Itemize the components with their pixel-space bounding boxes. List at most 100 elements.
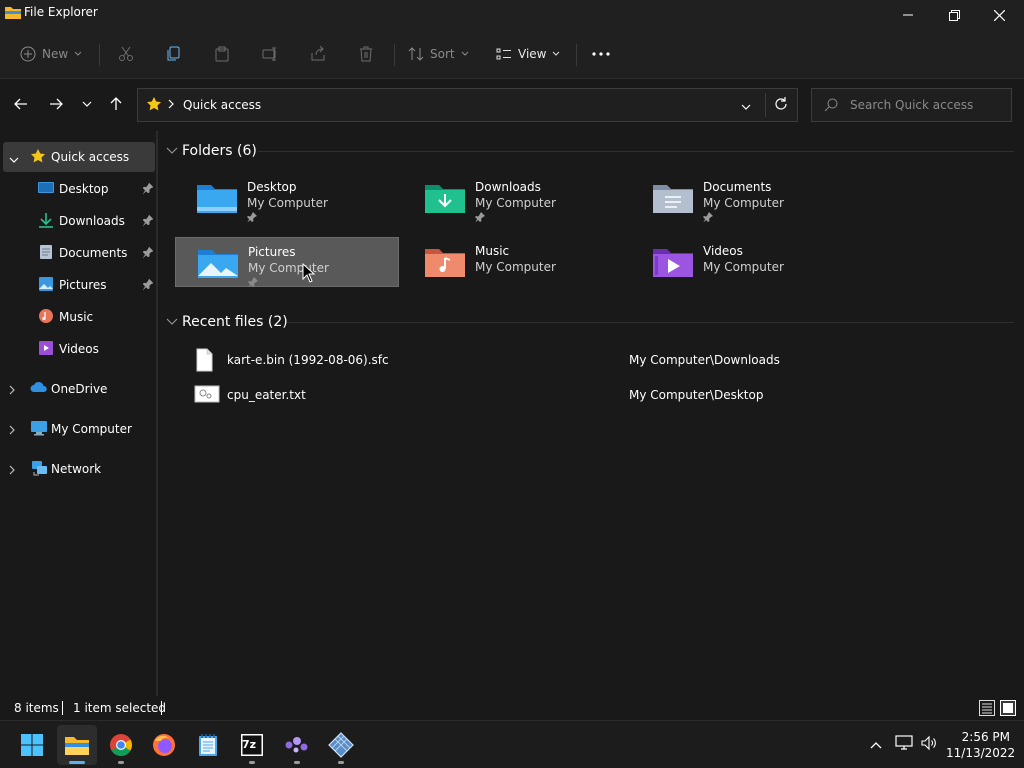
taskbar-chrome[interactable]: [101, 725, 141, 765]
pin-icon: [247, 211, 257, 225]
sidebar-item-onedrive[interactable]: OneDrive: [3, 374, 155, 404]
new-button[interactable]: New: [20, 40, 82, 68]
more-options-button[interactable]: [592, 40, 610, 68]
running-indicator: [338, 761, 344, 764]
pin-icon: [142, 214, 154, 229]
sidebar-item-quick-access[interactable]: Quick access: [3, 142, 155, 172]
divider: [258, 151, 1014, 152]
clock-date: 11/13/2022: [946, 746, 1016, 760]
system-clock[interactable]: 2:56 PM 11/13/2022: [946, 729, 1016, 761]
running-indicator: [294, 761, 300, 764]
folders-section-toggle[interactable]: Folders (6): [166, 143, 257, 159]
network-icon: [30, 460, 48, 478]
new-label: New: [42, 47, 69, 61]
folder-tile-pictures[interactable]: Pictures My Computer: [175, 237, 399, 290]
taskbar-app-purple[interactable]: [277, 725, 317, 765]
status-bar: 8 items 1 item selected: [0, 696, 1024, 720]
sidebar-item-label: Documents: [59, 246, 128, 260]
sidebar-item-music[interactable]: Music: [3, 302, 155, 332]
sidebar-item-videos[interactable]: Videos: [3, 334, 155, 364]
sidebar-item-network[interactable]: Network: [3, 454, 155, 484]
paste-button[interactable]: [214, 40, 230, 68]
running-indicator: [118, 761, 124, 764]
address-dropdown-button[interactable]: [741, 99, 751, 113]
7zip-label: 7z: [242, 738, 257, 751]
recent-file-row[interactable]: cpu_eater.txt My Computer\Desktop: [190, 378, 1010, 412]
pin-icon: [248, 276, 258, 290]
chevron-right-icon: [168, 98, 174, 112]
chevron-down-icon: [166, 147, 178, 154]
sidebar-item-label: OneDrive: [51, 382, 108, 396]
search-box[interactable]: [811, 88, 1012, 122]
download-icon: [37, 212, 55, 230]
view-label: View: [518, 47, 547, 61]
view-button[interactable]: View: [496, 40, 560, 68]
sidebar-item-downloads[interactable]: Downloads: [3, 206, 155, 236]
search-input[interactable]: [850, 97, 1005, 113]
network-status-icon[interactable]: [895, 735, 913, 754]
running-indicator: [249, 761, 255, 764]
rename-icon: [262, 47, 276, 61]
arrow-left-icon: [14, 98, 27, 110]
taskbar-firefox[interactable]: [144, 725, 184, 765]
cut-button[interactable]: [118, 40, 134, 68]
chevron-right-icon[interactable]: [9, 464, 15, 478]
folder-tile-music[interactable]: Music My Computer: [403, 237, 627, 287]
sidebar-item-my-computer[interactable]: My Computer: [3, 414, 155, 444]
folder-tile-documents[interactable]: Documents My Computer: [631, 173, 855, 223]
folder-tile-downloads[interactable]: Downloads My Computer: [403, 173, 627, 223]
show-hidden-icons-button[interactable]: [870, 738, 882, 752]
ellipsis-icon: [592, 52, 610, 56]
restore-button[interactable]: [931, 0, 977, 30]
folder-tile-desktop[interactable]: Desktop My Computer: [175, 173, 399, 223]
breadcrumb-quick-access[interactable]: Quick access: [183, 98, 261, 112]
music-folder-icon: [423, 241, 467, 284]
back-button[interactable]: [10, 93, 32, 115]
sidebar-item-label: My Computer: [51, 422, 132, 436]
minimize-button[interactable]: [885, 0, 931, 30]
share-button[interactable]: [310, 40, 326, 68]
rename-button[interactable]: [262, 40, 278, 68]
sidebar-item-pictures[interactable]: Pictures: [3, 270, 155, 300]
copy-button[interactable]: [166, 40, 182, 68]
close-button[interactable]: [976, 0, 1022, 30]
volume-icon[interactable]: [920, 735, 938, 754]
taskbar: 7z 2:56 PM 11/13/2022: [0, 720, 1024, 768]
chevron-right-icon[interactable]: [9, 384, 15, 398]
divider: [161, 701, 162, 715]
taskbar-7zip[interactable]: 7z: [232, 725, 272, 765]
recent-locations-button[interactable]: [76, 93, 98, 115]
start-button[interactable]: [12, 725, 52, 765]
sidebar-scrollbar[interactable]: [156, 131, 158, 696]
sort-button[interactable]: Sort: [408, 40, 469, 68]
star-icon: [30, 148, 48, 166]
arrow-up-icon: [110, 97, 122, 110]
sidebar-item-documents[interactable]: Documents: [3, 238, 155, 268]
chevron-up-icon: [870, 742, 882, 749]
taskbar-app-diamond[interactable]: [321, 725, 361, 765]
delete-button[interactable]: [358, 40, 374, 68]
tiles-view-icon: [1000, 700, 1016, 716]
sidebar-item-label: Pictures: [59, 278, 107, 292]
folder-location: My Computer: [703, 196, 784, 210]
notepad-icon: [199, 734, 217, 756]
tiles-view-button[interactable]: [1000, 700, 1016, 719]
divider: [287, 322, 1014, 323]
divider: [394, 44, 395, 66]
recent-files-section-toggle[interactable]: Recent files (2): [166, 314, 288, 330]
navigation-pane: Quick access Desktop Downloads Documents: [0, 131, 158, 696]
item-count: 8 items: [14, 701, 59, 715]
chevron-down-icon[interactable]: [9, 152, 19, 166]
chevron-right-icon[interactable]: [9, 424, 15, 438]
taskbar-notepad[interactable]: [188, 725, 228, 765]
refresh-button[interactable]: [773, 96, 789, 115]
up-button[interactable]: [105, 93, 127, 115]
address-bar[interactable]: Quick access: [137, 88, 798, 122]
recent-file-row[interactable]: kart-e.bin (1992-08-06).sfc My Computer\…: [190, 343, 1010, 377]
folder-tile-videos[interactable]: Videos My Computer: [631, 237, 855, 287]
sidebar-item-desktop[interactable]: Desktop: [3, 174, 155, 204]
copy-icon: [167, 46, 180, 61]
forward-button[interactable]: [45, 93, 67, 115]
taskbar-file-explorer[interactable]: [57, 725, 97, 765]
details-view-button[interactable]: [979, 700, 995, 719]
